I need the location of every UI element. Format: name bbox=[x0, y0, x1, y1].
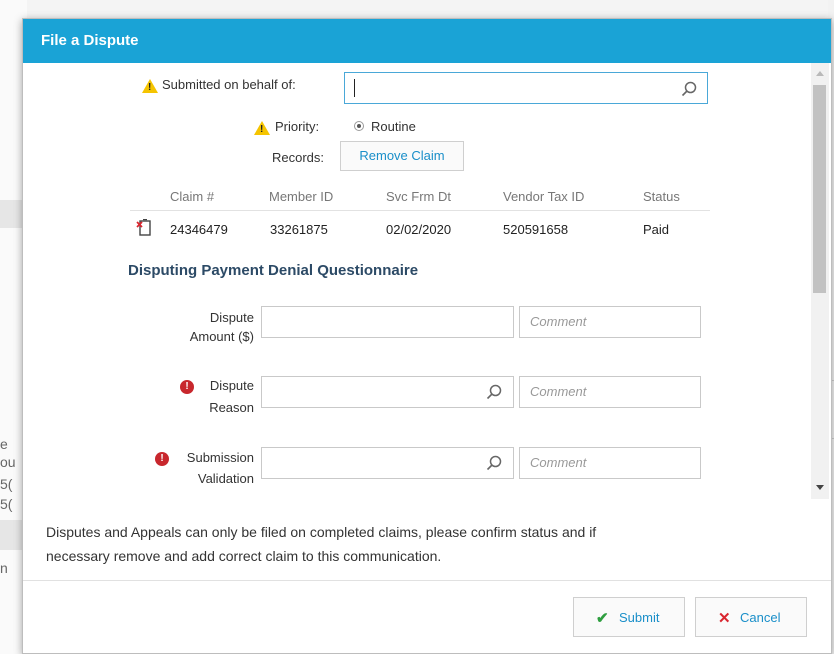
scroll-down-arrow-icon[interactable] bbox=[816, 485, 824, 490]
submission-validation-input[interactable] bbox=[261, 447, 514, 479]
warning-icon: ! bbox=[254, 121, 270, 135]
dispute-amount-label-line1: Dispute bbox=[209, 310, 254, 325]
submission-validation-label-line2: Validation bbox=[197, 471, 254, 486]
scroll-up-arrow-icon[interactable] bbox=[816, 71, 824, 76]
table-cell-svc-frm-dt: 02/02/2020 bbox=[386, 222, 452, 237]
table-cell-member-id: 33261875 bbox=[270, 222, 328, 237]
records-label: Records: bbox=[272, 150, 325, 165]
background-text: 5( bbox=[0, 476, 13, 492]
dialog-header: File a Dispute bbox=[23, 19, 831, 63]
table-header-member-id: Member ID bbox=[269, 189, 334, 204]
document-remove-icon[interactable] bbox=[136, 219, 152, 237]
priority-routine-label: Routine bbox=[371, 119, 416, 134]
close-icon: ✕ bbox=[718, 610, 731, 627]
questionnaire-title: Disputing Payment Denial Questionnaire bbox=[128, 262, 419, 279]
dispute-reason-input[interactable] bbox=[261, 376, 514, 408]
scrollbar-thumb[interactable] bbox=[813, 85, 826, 293]
comment-placeholder: Comment bbox=[530, 314, 587, 329]
vertical-scrollbar[interactable] bbox=[811, 63, 829, 499]
check-icon: ✔ bbox=[596, 610, 609, 627]
comment-placeholder: Comment bbox=[530, 384, 587, 399]
search-icon[interactable] bbox=[486, 455, 502, 471]
dispute-amount-comment[interactable]: Comment bbox=[519, 306, 701, 338]
table-cell-claim: 24346479 bbox=[170, 222, 228, 237]
dispute-notice-line2: necessary remove and add correct claim t… bbox=[46, 548, 442, 564]
table-header-claim: Claim # bbox=[170, 189, 215, 204]
priority-routine-radio[interactable] bbox=[354, 121, 364, 131]
cancel-button-label: Cancel bbox=[740, 610, 781, 625]
dispute-reason-label-line1: Dispute bbox=[209, 378, 254, 393]
text-caret bbox=[354, 79, 355, 97]
footer-divider bbox=[23, 580, 831, 581]
dispute-reason-comment[interactable]: Comment bbox=[519, 376, 701, 408]
dispute-reason-label-line2: Reason bbox=[209, 400, 254, 415]
dialog-scroll-area[interactable] bbox=[23, 63, 811, 499]
submitted-on-behalf-input[interactable] bbox=[344, 72, 708, 104]
dispute-amount-label-line2: Amount ($) bbox=[189, 329, 254, 344]
dispute-amount-input[interactable] bbox=[261, 306, 514, 338]
table-divider bbox=[130, 210, 710, 211]
background-text: e bbox=[0, 436, 8, 452]
dispute-notice: Disputes and Appeals can only be filed o… bbox=[46, 520, 766, 568]
dispute-notice-line1: Disputes and Appeals can only be filed o… bbox=[46, 524, 597, 540]
cancel-button[interactable]: ✕ Cancel bbox=[695, 597, 807, 637]
submit-button[interactable]: ✔ Submit bbox=[573, 597, 685, 637]
table-cell-status: Paid bbox=[643, 222, 670, 237]
background-text: ou bbox=[0, 454, 16, 470]
comment-placeholder: Comment bbox=[530, 455, 587, 470]
table-cell-vendor-tax-id: 520591658 bbox=[503, 222, 569, 237]
submission-validation-comment[interactable]: Comment bbox=[519, 447, 701, 479]
background-text: 5( bbox=[0, 496, 13, 512]
remove-claim-button[interactable]: Remove Claim bbox=[340, 141, 464, 171]
table-header-svc-frm-dt: Svc Frm Dt bbox=[386, 189, 451, 204]
table-header-vendor-tax-id: Vendor Tax ID bbox=[503, 189, 585, 204]
search-icon[interactable] bbox=[486, 384, 502, 400]
priority-label: Priority: bbox=[275, 119, 320, 134]
submitted-on-behalf-label: Submitted on behalf of: bbox=[162, 77, 296, 92]
search-icon[interactable] bbox=[681, 81, 697, 97]
submission-validation-label-line1: Submission bbox=[186, 450, 254, 465]
background-text: n bbox=[0, 560, 8, 576]
warning-icon: ! bbox=[142, 79, 158, 93]
table-header-status: Status bbox=[643, 189, 680, 204]
dialog-title: File a Dispute bbox=[41, 32, 139, 49]
submit-button-label: Submit bbox=[619, 610, 660, 625]
